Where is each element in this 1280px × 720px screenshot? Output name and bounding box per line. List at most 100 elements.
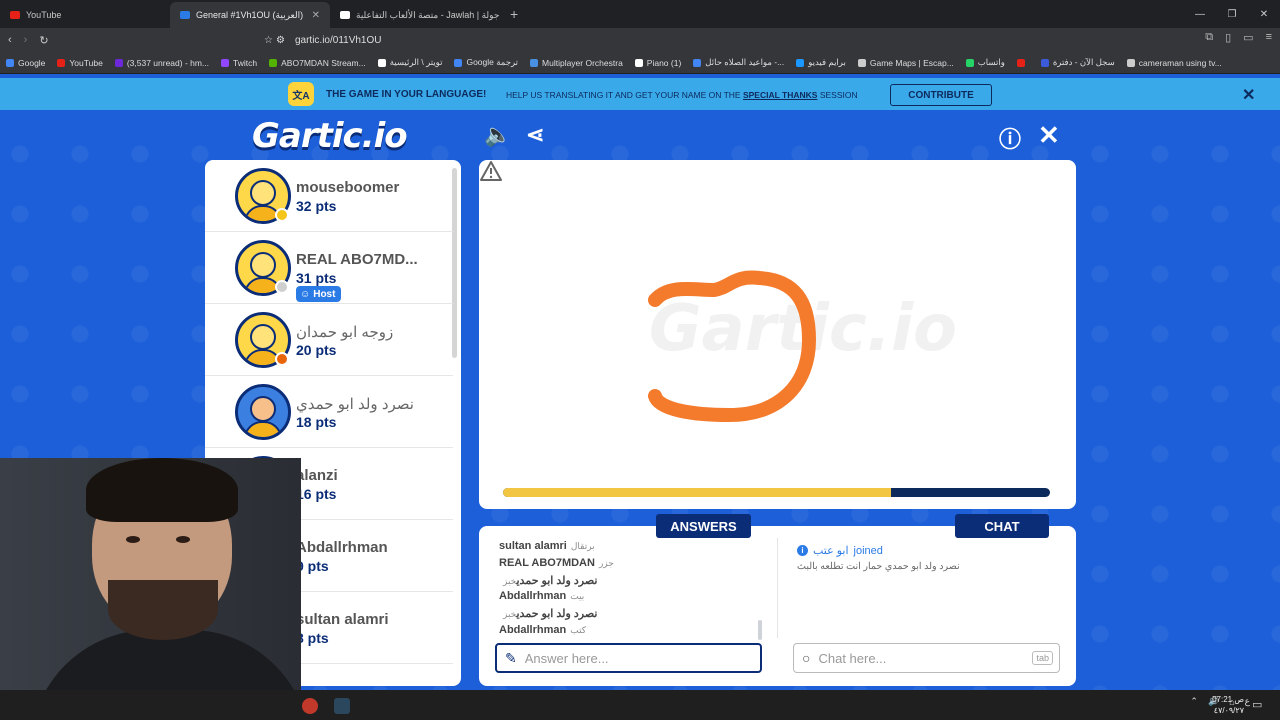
player-points: 20 pts xyxy=(296,342,337,358)
chat-field[interactable]: ○ tab xyxy=(793,643,1060,673)
bookmark-item[interactable]: سجل الآن - دفترة xyxy=(1040,57,1115,68)
bookmark-favicon-icon xyxy=(796,58,805,67)
bookmark-item[interactable]: برايم فيديو xyxy=(796,57,846,68)
restore-icon[interactable]: ❐ xyxy=(1216,9,1248,20)
bookmark-item[interactable]: Piano (1) xyxy=(634,58,681,68)
bookmark-label: واتساب xyxy=(977,57,1005,67)
player-row[interactable]: REAL ABO7MD... 31 pts ☺ Host xyxy=(205,232,453,304)
player-row[interactable]: نصرد ولد ابو حمدي 18 pts xyxy=(205,376,453,448)
report-warning-icon[interactable] xyxy=(479,160,503,182)
taskbar-clock[interactable]: 07:21 ص ٤٧/٠٩/٢٧ xyxy=(1208,694,1244,716)
address-bar[interactable]: ☆ ⚙ gartic.io/011Vh1OU xyxy=(264,32,1000,49)
player-name: REAL ABO7MD... xyxy=(296,251,418,268)
player-name: sultan alamri xyxy=(296,611,389,628)
player-points: 16 pts xyxy=(296,486,337,502)
answer-author: sultan alamri xyxy=(499,540,567,552)
forward-icon[interactable]: › xyxy=(24,34,28,46)
player-status-dot xyxy=(275,208,289,222)
answer-input[interactable] xyxy=(524,650,725,666)
site-info-icon[interactable]: ⚙ xyxy=(276,35,285,46)
bookmark-item[interactable]: Twitch xyxy=(221,58,257,68)
answer-author: نصرد ولد ابو حمدي xyxy=(516,574,598,587)
player-points: 18 pts xyxy=(296,414,337,430)
bookmark-item[interactable] xyxy=(1016,58,1029,67)
bookmark-favicon-icon xyxy=(693,58,702,67)
tray-language[interactable]: ع xyxy=(1245,696,1250,707)
browser-toolbar: ⧉ ▯ ▭ ≡ xyxy=(1205,31,1272,44)
tab-title: متصة الألعاب التفاعلية - Jawlah | جولة xyxy=(356,9,500,20)
bookmark-item[interactable]: Game Maps | Escap... xyxy=(857,58,954,68)
answer-field[interactable]: ✎ xyxy=(495,643,762,673)
wallet-icon[interactable]: ▭ xyxy=(1243,31,1253,44)
answers-scrollbar[interactable] xyxy=(758,620,762,640)
bookmark-item[interactable]: (3,537 unread) - hm... xyxy=(114,57,210,68)
bookmark-item[interactable]: Multiplayer Orchestra xyxy=(530,58,623,68)
minimize-icon[interactable]: — xyxy=(1184,9,1216,20)
tab-gartic[interactable]: General #1Vh1OU (العربية) - Gar ✕ xyxy=(170,2,330,28)
host-label: Host xyxy=(313,288,336,300)
banner-help-suffix: SESSION xyxy=(819,90,858,100)
answer-text: بيت xyxy=(570,591,585,602)
clock-date: ٤٧/٠٩/٢٧ xyxy=(1213,706,1244,715)
tab-title: General #1Vh1OU (العربية) - Gar xyxy=(196,9,306,20)
bookmark-item[interactable]: تويتر \ الرئيسية xyxy=(377,57,442,68)
avatar-face xyxy=(250,180,276,206)
reload-icon[interactable]: ↻ xyxy=(39,34,48,47)
webcam-overlay xyxy=(0,458,301,720)
bookmark-item[interactable]: Google xyxy=(6,58,45,68)
share-icon[interactable]: ⋖ xyxy=(526,122,544,148)
obs-taskbar-icon[interactable] xyxy=(302,698,318,714)
translate-icon: 文A xyxy=(288,82,314,106)
bookmark-label: برايم فيديو xyxy=(808,57,846,67)
special-thanks-link[interactable]: SPECIAL THANKS xyxy=(743,90,817,100)
bookmark-item[interactable]: Google ترجمة xyxy=(454,57,518,68)
banner-help-text: HELP US TRANSLATING IT AND GET YOUR NAME… xyxy=(506,90,858,100)
menu-icon[interactable]: ≡ xyxy=(1266,31,1272,44)
gartic-logo[interactable]: Gartic.io xyxy=(252,116,414,156)
new-tab-button[interactable]: + xyxy=(500,6,528,22)
contribute-button[interactable]: CONTRIBUTE xyxy=(890,84,992,106)
window-close-icon[interactable]: ✕ xyxy=(1248,9,1280,20)
answer-item: sultan alamri برتقال xyxy=(499,540,761,557)
answer-item: نصرد ولد ابو حمديخبز xyxy=(499,574,761,591)
bookmark-favicon-icon xyxy=(454,58,463,67)
tab-close-icon[interactable]: ✕ xyxy=(312,10,320,21)
drawing-canvas[interactable]: Gartic.io xyxy=(479,160,1076,509)
tab-jawlah[interactable]: متصة الألعاب التفاعلية - Jawlah | جولة xyxy=(330,2,500,28)
bookmark-label: ABO7MDAN Stream... xyxy=(281,57,366,68)
tab-youtube[interactable]: YouTube xyxy=(0,2,170,28)
bookmark-favicon-icon xyxy=(530,58,539,67)
bookmark-item[interactable]: واتساب xyxy=(965,57,1005,68)
bookmark-item[interactable]: ABO7MDAN Stream... xyxy=(269,58,366,68)
banner-close-icon[interactable]: ✕ xyxy=(1242,85,1255,105)
sidebar-icon[interactable]: ▯ xyxy=(1225,31,1231,44)
bookmark-label: Twitch xyxy=(233,57,258,68)
answer-item: Abdallrhman بيت xyxy=(499,590,761,607)
chat-joined-line: i ابو عتب joined xyxy=(797,544,883,557)
player-row[interactable]: mouseboomer 32 pts xyxy=(205,160,453,232)
steam-taskbar-icon[interactable] xyxy=(334,698,350,714)
back-icon[interactable]: ‹ xyxy=(8,34,12,46)
notifications-icon[interactable]: ▭ xyxy=(1252,698,1262,711)
youtube-icon xyxy=(10,11,20,19)
exit-icon[interactable]: ✕ xyxy=(1038,120,1060,151)
bookmark-item[interactable]: YouTube xyxy=(57,58,103,68)
window-controls: — ❐ ✕ xyxy=(1184,9,1280,20)
browser-nav-bar: ‹ › ↻ ☆ ⚙ gartic.io/011Vh1OU ⧉ ▯ ▭ ≡ xyxy=(0,28,1280,52)
sound-icon[interactable]: 🔈 xyxy=(484,122,511,148)
player-row[interactable]: زوجه ابو حمدان 20 pts xyxy=(205,304,453,376)
bookmark-icon[interactable]: ☆ xyxy=(264,35,273,46)
info-icon[interactable]: ⓘ xyxy=(999,122,1021,154)
bookmark-label: (3,537 unread) - hm... xyxy=(126,57,210,68)
language-banner: 文A THE GAME IN YOUR LANGUAGE! HELP US TR… xyxy=(0,78,1280,110)
answer-text: جزر xyxy=(598,557,614,568)
extensions-icon[interactable]: ⧉ xyxy=(1205,31,1213,44)
answer-text: خبز xyxy=(503,609,517,620)
chat-input[interactable] xyxy=(818,650,1019,666)
bookmark-item[interactable]: مواعيد الصلاه حائل -... xyxy=(693,57,784,68)
bookmark-favicon-icon xyxy=(857,58,866,67)
tray-chevron-icon[interactable]: ⌃ xyxy=(1190,696,1198,707)
bookmark-item[interactable]: cameraman using tv... xyxy=(1126,58,1222,68)
banner-help-prefix: HELP US TRANSLATING IT AND GET YOUR NAME… xyxy=(506,90,741,100)
panel-divider xyxy=(777,538,778,638)
